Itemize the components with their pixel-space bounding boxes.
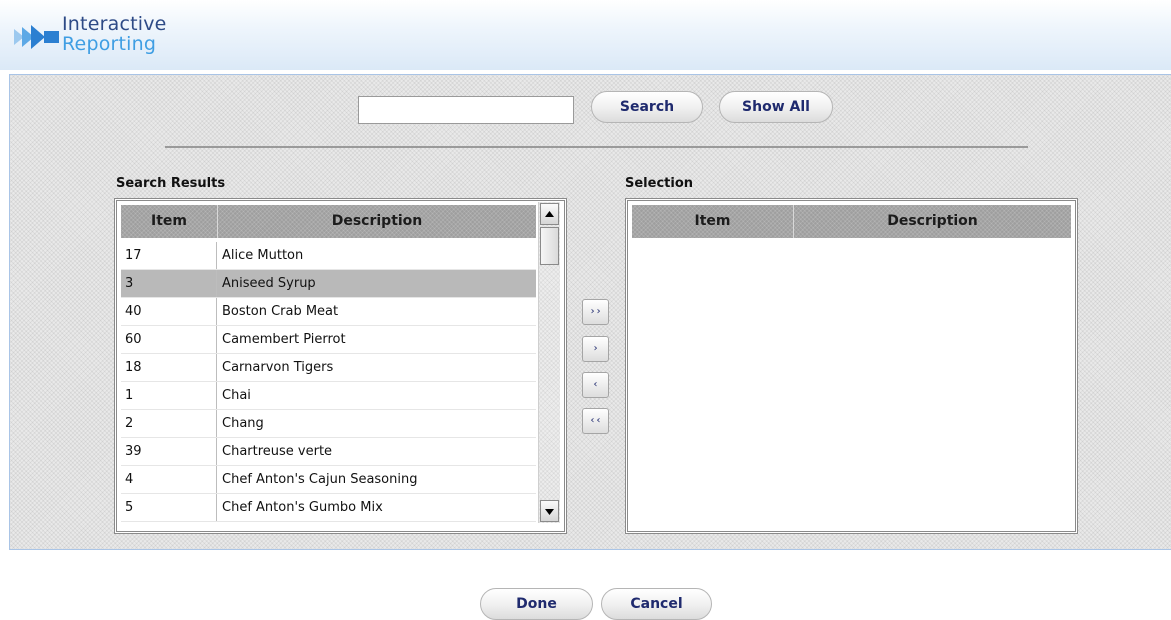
- row-item-cell: 5: [121, 494, 217, 521]
- selection-col-description[interactable]: Description: [794, 205, 1071, 238]
- remove-button[interactable]: ‹: [582, 372, 609, 398]
- row-description-cell: Alice Mutton: [222, 248, 304, 263]
- scroll-up-button[interactable]: [540, 203, 559, 225]
- remove-all-button[interactable]: ‹‹: [582, 408, 609, 434]
- results-scrollbar[interactable]: [538, 202, 560, 523]
- scroll-down-button[interactable]: [540, 500, 559, 522]
- row-description-cell: Boston Crab Meat: [222, 304, 339, 319]
- scroll-down-arrow-icon: [545, 509, 554, 515]
- results-col-description[interactable]: Description: [218, 205, 536, 238]
- table-row[interactable]: 18 Carnarvon Tigers: [121, 354, 536, 382]
- row-item-cell: 39: [121, 438, 217, 465]
- show-all-button[interactable]: Show All: [719, 91, 833, 123]
- selection-col-item[interactable]: Item: [632, 205, 794, 238]
- selection-list[interactable]: Item Description: [625, 198, 1078, 534]
- row-item-cell: 1: [121, 382, 217, 409]
- row-description-cell: Carnarvon Tigers: [222, 360, 334, 375]
- row-item-cell: 3: [121, 270, 217, 297]
- search-results-title: Search Results: [116, 176, 226, 191]
- table-row[interactable]: 1 Chai: [121, 382, 536, 410]
- selection-title: Selection: [625, 176, 694, 191]
- selection-header: Item Description: [632, 205, 1071, 238]
- table-row[interactable]: 40 Boston Crab Meat: [121, 298, 536, 326]
- row-item-cell: 4: [121, 466, 217, 493]
- scroll-thumb[interactable]: [540, 227, 559, 265]
- row-description-cell: Chef Anton's Gumbo Mix: [222, 500, 383, 515]
- table-row[interactable]: 39 Chartreuse verte: [121, 438, 536, 466]
- table-row[interactable]: 2 Chang: [121, 410, 536, 438]
- search-button[interactable]: Search: [591, 91, 703, 123]
- results-col-item[interactable]: Item: [121, 205, 218, 238]
- results-header: Item Description: [121, 205, 536, 238]
- row-description-cell: Camembert Pierrot: [222, 332, 346, 347]
- row-description-cell: Chai: [222, 388, 251, 403]
- table-row[interactable]: 3 Aniseed Syrup: [121, 270, 536, 298]
- table-row[interactable]: 4 Chef Anton's Cajun Seasoning: [121, 466, 536, 494]
- app-logo: Interactive Reporting: [62, 14, 167, 54]
- table-row[interactable]: 5 Chef Anton's Gumbo Mix: [121, 494, 536, 522]
- row-description-cell: Aniseed Syrup: [222, 276, 316, 291]
- row-item-cell: 2: [121, 410, 217, 437]
- cancel-button[interactable]: Cancel: [601, 588, 712, 620]
- app-header: Interactive Reporting: [0, 0, 1171, 70]
- scroll-up-arrow-icon: [545, 211, 554, 217]
- add-button[interactable]: ›: [582, 336, 609, 362]
- search-results-list[interactable]: Item Description 17 Alice Mutton 3 Aniseed …: [114, 198, 567, 534]
- results-rows: 17 Alice Mutton 3 Aniseed Syrup 40 Boston Cra…: [121, 242, 536, 522]
- logo-line-2: Reporting: [62, 33, 157, 55]
- done-button[interactable]: Done: [480, 588, 593, 620]
- row-description-cell: Chartreuse verte: [222, 444, 333, 459]
- row-description-cell: Chef Anton's Cajun Seasoning: [222, 472, 418, 487]
- row-item-cell: 40: [121, 298, 217, 325]
- table-row[interactable]: 17 Alice Mutton: [121, 242, 536, 270]
- row-description-cell: Chang: [222, 416, 264, 431]
- logo-line-1: Interactive: [62, 13, 167, 35]
- row-item-cell: 60: [121, 326, 217, 353]
- add-all-button[interactable]: ››: [582, 299, 609, 325]
- separator-line: [165, 146, 1028, 148]
- row-item-cell: 17: [121, 242, 217, 269]
- logo-arrows-icon: [14, 25, 59, 49]
- row-item-cell: 18: [121, 354, 217, 381]
- search-input[interactable]: [358, 96, 574, 124]
- table-row[interactable]: 60 Camembert Pierrot: [121, 326, 536, 354]
